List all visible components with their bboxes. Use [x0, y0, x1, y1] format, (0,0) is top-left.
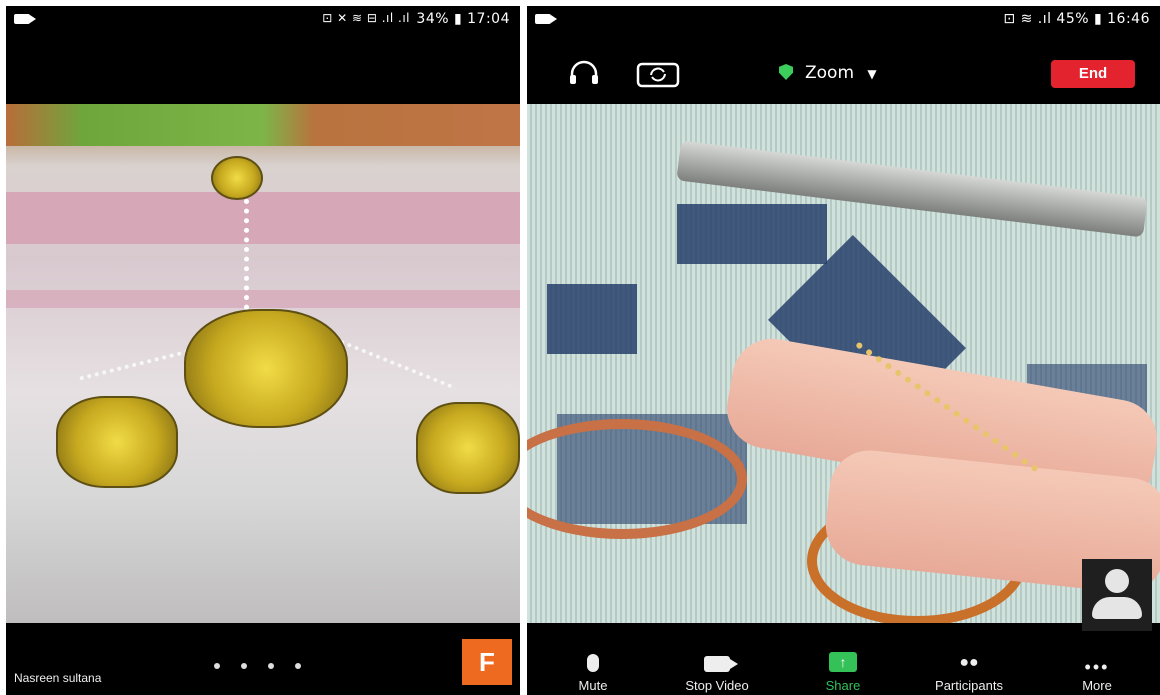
ornament-piece [56, 396, 178, 488]
switch-camera-icon[interactable] [635, 60, 681, 88]
pearl-chain [79, 347, 197, 381]
chevron-down-icon: ▼ [867, 67, 877, 81]
participants-icon: ●● [959, 654, 979, 671]
left-status-icons: ⊡ ✕ ≋ ⊟ .ıl .ıl [322, 11, 410, 25]
meeting-top-bar: Zoom ▼ End [527, 56, 1160, 96]
ornament-piece [416, 402, 520, 494]
headphones-icon[interactable] [567, 60, 601, 88]
meeting-title: Zoom [805, 63, 855, 83]
pearl-chain [339, 339, 453, 389]
self-view-avatar[interactable] [1082, 559, 1152, 631]
participant-name: Nasreen sultana [14, 671, 102, 685]
avatar-icon [1105, 569, 1129, 593]
mute-label: Mute [578, 678, 608, 693]
share-arrow-icon: ↑ [829, 652, 857, 672]
page-indicator[interactable] [214, 656, 322, 674]
right-status-bar: ⊡ ≋ .ıl 45% ▮ 16:46 [527, 6, 1160, 32]
participants-label: Participants [935, 678, 1003, 693]
participant-avatar-tile[interactable]: F [462, 639, 512, 685]
end-button[interactable]: End [1051, 60, 1135, 88]
fabric-motif [677, 204, 827, 264]
video-camera-icon [14, 14, 36, 24]
left-status-bar: 34% ▮ 17:04 ⊡ ✕ ≋ ⊟ .ıl .ıl [6, 6, 520, 32]
right-phone-screen: ⊡ ≋ .ıl 45% ▮ 16:46 Zoom ▼ End Mute Stop… [527, 6, 1160, 695]
meeting-title-menu[interactable]: Zoom ▼ [779, 63, 877, 83]
fabric-motif [547, 284, 637, 354]
left-video-feed [6, 104, 520, 623]
share-label: Share [825, 678, 861, 693]
mute-button[interactable]: Mute [571, 654, 615, 693]
microphone-icon [587, 654, 599, 672]
left-bottom-bar: Nasreen sultana F [6, 623, 520, 695]
video-icon [704, 656, 738, 672]
meeting-toolbar: Mute Stop Video ↑ Share ●● Participants … [527, 623, 1160, 695]
participants-button[interactable]: ●● Participants [911, 654, 1027, 693]
stop-video-button[interactable]: Stop Video [667, 656, 767, 693]
video-camera-icon [535, 14, 557, 24]
right-status-right: ⊡ ≋ .ıl 45% ▮ 16:46 [1003, 11, 1150, 27]
left-phone-screen: 34% ▮ 17:04 ⊡ ✕ ≋ ⊟ .ıl .ıl Nasreen sult… [6, 6, 520, 695]
pink-stripe [6, 290, 520, 308]
more-dots-icon: ••• [1084, 657, 1110, 677]
more-label: More [1082, 678, 1112, 693]
fabric-edge [6, 104, 520, 146]
share-button[interactable]: ↑ Share [815, 652, 871, 693]
ornament-piece [211, 156, 263, 200]
pink-stripe [6, 192, 520, 244]
left-status-time: 34% ▮ 17:04 [416, 11, 510, 27]
ornament-piece [184, 309, 348, 428]
more-button[interactable]: ••• More [1067, 657, 1127, 693]
stop-video-label: Stop Video [685, 678, 749, 693]
right-video-feed [527, 104, 1160, 623]
shield-icon [779, 64, 793, 80]
